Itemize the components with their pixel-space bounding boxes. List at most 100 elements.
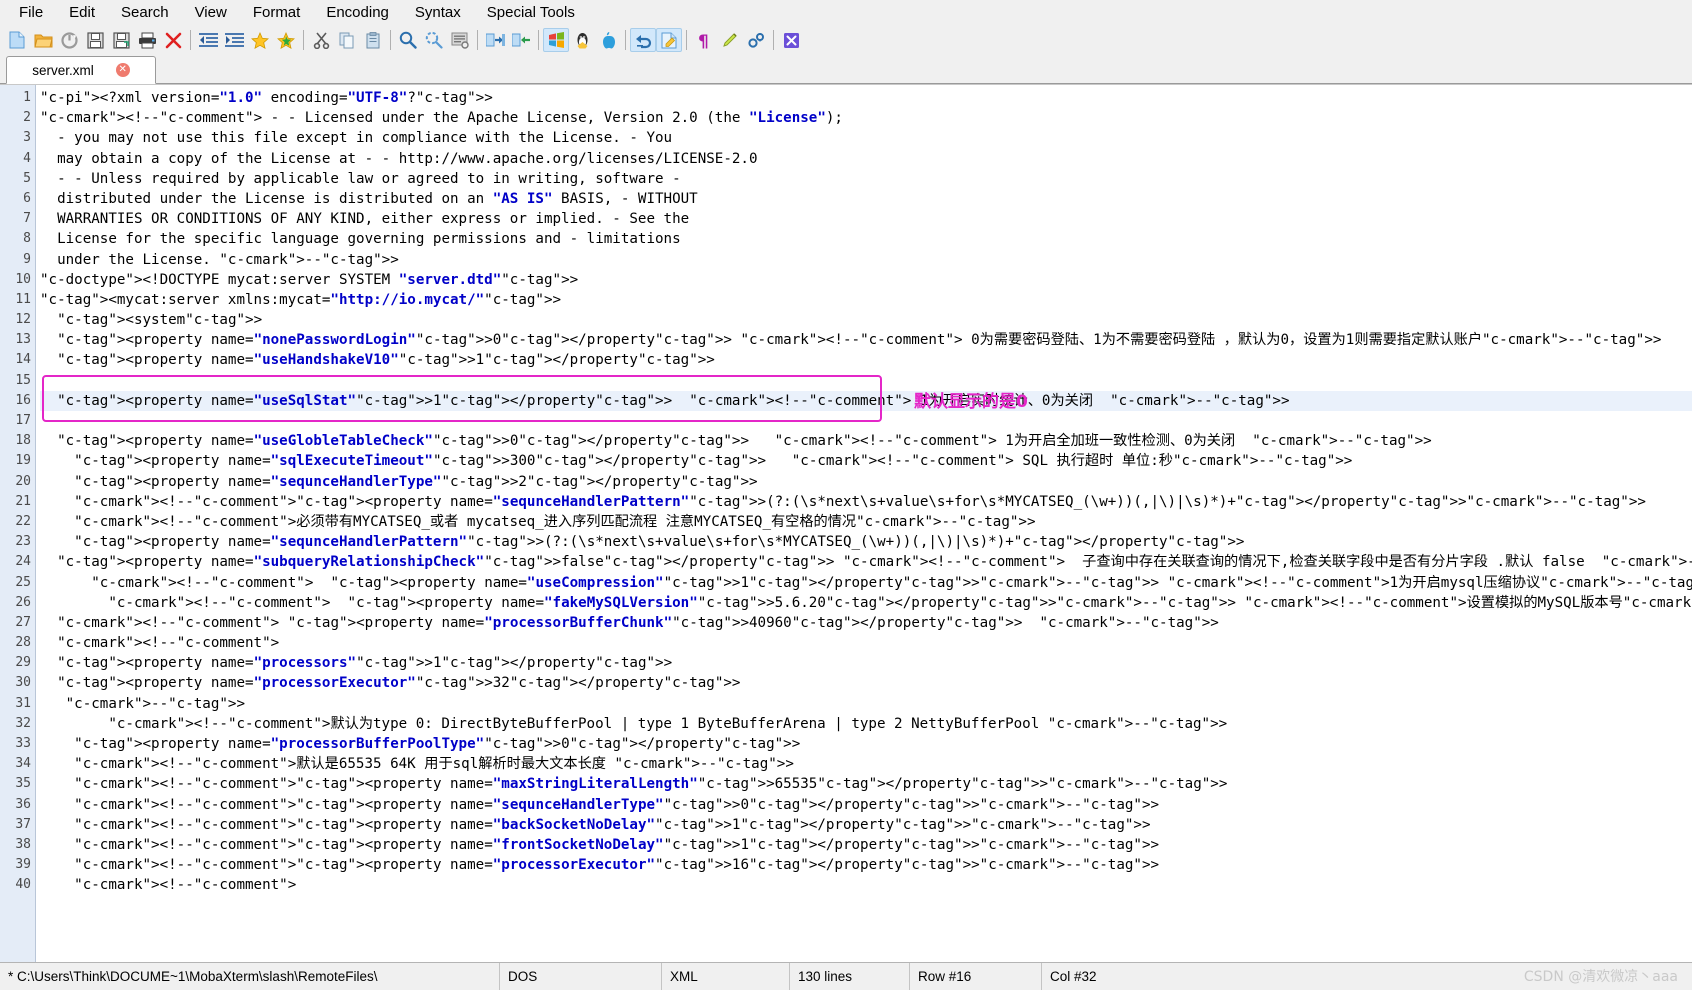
menu-edit[interactable]: Edit <box>56 2 108 23</box>
menu-search[interactable]: Search <box>108 2 182 23</box>
code-line-12[interactable]: "c-tag"><system"c-tag">> <box>40 310 1692 330</box>
code-line-20[interactable]: "c-tag"><property name="sequnceHandlerTy… <box>40 472 1692 492</box>
close-icon[interactable]: ✕ <box>115 63 130 77</box>
send-to-remote-icon[interactable] <box>482 28 508 52</box>
code-line-30[interactable]: "c-tag"><property name="processorExecuto… <box>40 673 1692 693</box>
code-line-18[interactable]: "c-tag"><property name="useGlobleTableCh… <box>40 431 1692 451</box>
code-line-37[interactable]: "c-cmark"><!--"c-comment">"c-tag"><prope… <box>40 815 1692 835</box>
line-number: 36 <box>15 796 31 812</box>
new-file-icon[interactable] <box>4 28 30 52</box>
save-as-icon[interactable] <box>108 28 134 52</box>
code-line-26[interactable]: "c-cmark"><!--"c-comment"> "c-tag"><prop… <box>40 593 1692 613</box>
toolbar-separator <box>477 30 478 50</box>
status-line-count: 130 lines <box>790 963 910 990</box>
close-file-icon[interactable] <box>160 28 186 52</box>
code-line-39[interactable]: "c-cmark"><!--"c-comment">"c-tag"><prope… <box>40 855 1692 875</box>
menu-format[interactable]: Format <box>240 2 314 23</box>
code-line-16[interactable]: "c-tag"><property name="useSqlStat""c-ta… <box>40 390 1692 411</box>
code-line-28[interactable]: "c-cmark"><!--"c-comment"> <box>40 633 1692 653</box>
line-number: 8 <box>23 231 31 247</box>
edit-icon[interactable] <box>656 28 682 52</box>
highlighter-icon[interactable] <box>717 28 743 52</box>
code-line-21[interactable]: "c-cmark"><!--"c-comment">"c-tag"><prope… <box>40 492 1692 512</box>
menu-syntax[interactable]: Syntax <box>402 2 474 23</box>
properties-icon[interactable] <box>447 28 473 52</box>
pilcrow-icon[interactable]: ¶ <box>691 28 717 52</box>
code-line-24[interactable]: "c-tag"><property name="subqueryRelation… <box>40 552 1692 572</box>
code-line-14[interactable]: "c-tag"><property name="useHandshakeV10"… <box>40 350 1692 370</box>
bookmark-toggle-icon[interactable] <box>247 28 273 52</box>
line-number: 18 <box>15 433 31 449</box>
linux-format-icon[interactable] <box>569 28 595 52</box>
code-line-7[interactable]: WARRANTIES OR CONDITIONS OF ANY KIND, ei… <box>40 209 1692 229</box>
get-from-remote-icon[interactable] <box>508 28 534 52</box>
code-area[interactable]: "c-pi"><?xml version="1.0" encoding="UTF… <box>36 85 1692 962</box>
mac-format-icon[interactable] <box>595 28 621 52</box>
code-line-10[interactable]: "c-doctype"><!DOCTYPE mycat:server SYSTE… <box>40 270 1692 290</box>
menu-view[interactable]: View <box>182 2 240 23</box>
line-number: 33 <box>15 736 31 751</box>
code-line-5[interactable]: - - Unless required by applicable law or… <box>40 169 1692 189</box>
bookmark-next-icon[interactable] <box>273 28 299 52</box>
line-number: 9 <box>23 251 31 267</box>
code-line-11[interactable]: "c-tag"><mycat:server xmlns:mycat="http:… <box>40 290 1692 310</box>
find-icon[interactable] <box>395 28 421 52</box>
print-icon[interactable] <box>134 28 160 52</box>
code-line-22[interactable]: "c-cmark"><!--"c-comment">必须带有MYCATSEQ_或… <box>40 512 1692 532</box>
code-line-6[interactable]: distributed under the License is distrib… <box>40 189 1692 209</box>
code-line-36[interactable]: "c-cmark"><!--"c-comment">"c-tag"><prope… <box>40 795 1692 815</box>
code-line-2[interactable]: "c-cmark"><!--"c-comment"> - - Licensed … <box>40 108 1692 128</box>
save-icon[interactable] <box>82 28 108 52</box>
tab-server-xml[interactable]: server.xml ✕ <box>6 56 156 84</box>
code-line-19[interactable]: "c-tag"><property name="sqlExecuteTimeou… <box>40 451 1692 471</box>
indent-icon[interactable] <box>221 28 247 52</box>
code-line-29[interactable]: "c-tag"><property name="processors""c-ta… <box>40 653 1692 673</box>
line-number: 4 <box>23 150 31 166</box>
code-line-31[interactable]: "c-cmark">--"c-tag">> <box>40 694 1692 714</box>
menu-special-tools[interactable]: Special Tools <box>474 2 588 23</box>
line-number: 32 <box>15 715 31 731</box>
code-line-15[interactable] <box>40 371 1692 391</box>
undo-icon[interactable] <box>630 28 656 52</box>
menu-file[interactable]: File <box>6 2 56 23</box>
code-line-40[interactable]: "c-cmark"><!--"c-comment"> <box>40 875 1692 895</box>
outdent-icon[interactable] <box>195 28 221 52</box>
code-line-9[interactable]: under the License. "c-cmark">--"c-tag">> <box>40 250 1692 270</box>
toolbar-separator <box>538 30 539 50</box>
code-line-35[interactable]: "c-cmark"><!--"c-comment">"c-tag"><prope… <box>40 774 1692 794</box>
line-number: 13 <box>15 332 31 348</box>
line-number: 37 <box>15 816 31 832</box>
status-eol[interactable]: DOS <box>500 963 662 990</box>
code-line-1[interactable]: "c-pi"><?xml version="1.0" encoding="UTF… <box>40 88 1692 108</box>
code-line-23[interactable]: "c-tag"><property name="sequnceHandlerPa… <box>40 532 1692 552</box>
copy-icon[interactable] <box>334 28 360 52</box>
code-editor[interactable]: 1 2 3 4 5 6 7 8 9 10 11 12 13 14 15 16 17 18 19 20 21 22 23 24 2… <box>0 84 1692 962</box>
line-number: 20 <box>15 473 31 489</box>
line-number: 16 <box>15 392 31 408</box>
code-line-25[interactable]: "c-cmark"><!--"c-comment"> "c-tag"><prop… <box>40 573 1692 593</box>
code-line-8[interactable]: License for the specific language govern… <box>40 229 1692 249</box>
settings-icon[interactable] <box>743 28 769 52</box>
open-folder-icon[interactable] <box>30 28 56 52</box>
replace-icon[interactable] <box>421 28 447 52</box>
code-line-13[interactable]: "c-tag"><property name="nonePasswordLogi… <box>40 330 1692 350</box>
code-line-38[interactable]: "c-cmark"><!--"c-comment">"c-tag"><prope… <box>40 835 1692 855</box>
reload-icon[interactable] <box>56 28 82 52</box>
code-line-4[interactable]: may obtain a copy of the License at - - … <box>40 149 1692 169</box>
code-line-3[interactable]: - you may not use this file except in co… <box>40 128 1692 148</box>
line-number: 3 <box>23 130 31 146</box>
cut-icon[interactable] <box>308 28 334 52</box>
status-language[interactable]: XML <box>662 963 790 990</box>
code-line-32[interactable]: "c-cmark"><!--"c-comment">默认为type 0: Dir… <box>40 714 1692 734</box>
code-line-33[interactable]: "c-tag"><property name="processorBufferP… <box>40 734 1692 754</box>
paste-icon[interactable] <box>360 28 386 52</box>
code-line-27[interactable]: "c-cmark"><!--"c-comment"> "c-tag"><prop… <box>40 613 1692 633</box>
code-line-34[interactable]: "c-cmark"><!--"c-comment">默认是65535 64K 用… <box>40 754 1692 774</box>
toolbar-separator <box>773 30 774 50</box>
line-number: 38 <box>15 836 31 852</box>
line-number: 1 <box>23 90 31 105</box>
menu-encoding[interactable]: Encoding <box>313 2 402 23</box>
code-line-17[interactable] <box>40 411 1692 431</box>
close-app-icon[interactable] <box>778 28 804 52</box>
windows-format-icon[interactable] <box>543 28 569 52</box>
